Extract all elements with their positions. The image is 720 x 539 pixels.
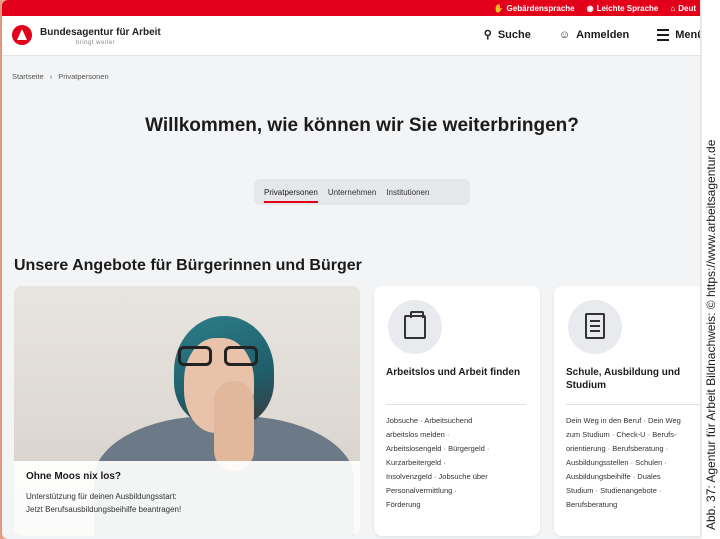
section-title: Unsere Angebote für Bürgerinnen und Bürg… bbox=[14, 257, 362, 274]
user-icon: ☺ bbox=[558, 28, 571, 41]
easy-language-icon: ◉ bbox=[586, 3, 594, 13]
tab-unternehmen[interactable]: Unternehmen bbox=[328, 186, 376, 199]
tile-links: Jobsuche · Arbeitsuchend arbeitslos meld… bbox=[386, 414, 534, 512]
menu-label: Menü bbox=[675, 28, 700, 41]
sign-language-link[interactable]: ✋ Gebärdensprache bbox=[494, 4, 575, 13]
tab-institutionen[interactable]: Institutionen bbox=[386, 186, 429, 199]
login-label: Anmelden bbox=[576, 28, 630, 41]
browser-screen: ✋ Gebärdensprache ◉ Leichte Sprache ⌂ De… bbox=[2, 0, 700, 539]
hamburger-icon bbox=[657, 28, 670, 41]
tile-link[interactable]: Ausbildungsstellen · Schulen · bbox=[566, 456, 700, 470]
tile-title[interactable]: Schule, Ausbildung und Studium bbox=[566, 366, 700, 392]
promo-title: Ohne Moos nix los? bbox=[26, 471, 122, 482]
tile-link[interactable]: Jobsuche · Arbeitsuchend bbox=[386, 414, 534, 428]
tile-link[interactable]: Insolvenzgeld · Jobsuche über bbox=[386, 470, 534, 484]
tile-schule[interactable]: Schule, Ausbildung und Studium Dein Weg … bbox=[554, 286, 700, 536]
sign-language-label: Gebärdensprache bbox=[506, 3, 575, 13]
tile-link[interactable]: Ausbildungsbeihilfe · Duales bbox=[566, 470, 700, 484]
easy-language-label: Leichte Sprache bbox=[596, 3, 659, 13]
header-nav: ⚲ Suche ☺ Anmelden Menü bbox=[484, 28, 700, 41]
logo-text[interactable]: Bundesagentur für Arbeit bbox=[40, 27, 161, 38]
figure-frame: ✋ Gebärdensprache ◉ Leichte Sprache ⌂ De… bbox=[0, 0, 720, 539]
tile-link[interactable]: Personalvermittlung · bbox=[386, 484, 534, 498]
tile-link[interactable]: arbeitslos melden · bbox=[386, 428, 534, 442]
tile-link[interactable]: Studium · Studienangebote · bbox=[566, 484, 700, 498]
easy-language-link[interactable]: ◉ Leichte Sprache bbox=[587, 4, 659, 13]
tile-link[interactable]: orientierung · Berufsberatung · bbox=[566, 442, 700, 456]
audience-tabs: Privatpersonen Unternehmen Institutionen bbox=[254, 179, 470, 205]
promo-glasses bbox=[178, 346, 258, 368]
language-switch[interactable]: ⌂ Deut bbox=[670, 4, 696, 13]
breadcrumb-current: Privatpersonen bbox=[58, 72, 109, 81]
tile-divider bbox=[566, 404, 700, 405]
briefcase-icon bbox=[388, 300, 442, 354]
search-label: Suche bbox=[497, 28, 531, 41]
tile-link[interactable]: Berufsberatung bbox=[566, 498, 700, 512]
promo-line-1: Unterstützung für deinen Ausbildungsstar… bbox=[26, 492, 177, 501]
tile-title[interactable]: Arbeitslos und Arbeit finden bbox=[386, 366, 531, 379]
breadcrumb: Startseite › Privatpersonen bbox=[12, 72, 109, 81]
image-credit: Abb. 37: Agentur für Arbeit Bildnachweis… bbox=[702, 0, 720, 539]
promo-line-2[interactable]: Jetzt Berufsausbildungsbeihilfe beantrag… bbox=[26, 503, 348, 516]
promo-card[interactable]: Ohne Moos nix los? Unterstützung für dei… bbox=[14, 286, 360, 536]
promo-caption: Ohne Moos nix los? Unterstützung für dei… bbox=[14, 461, 360, 536]
breadcrumb-separator-icon: › bbox=[49, 72, 53, 81]
page-title: Willkommen, wie können wir Sie weiterbri… bbox=[145, 115, 579, 136]
tile-link[interactable]: Förderung bbox=[386, 498, 534, 512]
tile-link[interactable]: Arbeitslosengeld · Bürgergeld · bbox=[386, 442, 534, 456]
tile-links: Dein Weg in den Beruf · Dein Weg zum Stu… bbox=[566, 414, 700, 512]
language-label: Deut bbox=[678, 3, 696, 13]
site-header: Bundesagentur für Arbeit bringt weiter ⚲… bbox=[2, 16, 700, 56]
logo-subtitle: bringt weiter bbox=[76, 40, 116, 46]
accessibility-bar: ✋ Gebärdensprache ◉ Leichte Sprache ⌂ De… bbox=[2, 0, 700, 16]
menu-button[interactable]: Menü bbox=[657, 28, 700, 41]
search-button[interactable]: ⚲ Suche bbox=[483, 28, 531, 42]
breadcrumb-home[interactable]: Startseite bbox=[12, 72, 44, 81]
tile-link[interactable]: Dein Weg in den Beruf · Dein Weg bbox=[566, 414, 700, 428]
promo-text: Unterstützung für deinen Ausbildungsstar… bbox=[26, 490, 348, 516]
credit-text: Abb. 37: Agentur für Arbeit Bildnachweis… bbox=[704, 139, 718, 530]
tile-link[interactable]: Kurzarbeitergeld · bbox=[386, 456, 534, 470]
document-icon bbox=[568, 300, 622, 354]
search-icon: ⚲ bbox=[483, 29, 492, 41]
language-icon: ⌂ bbox=[670, 3, 676, 13]
login-button[interactable]: ☺ Anmelden bbox=[559, 29, 629, 41]
tile-divider bbox=[386, 404, 526, 405]
promo-person-arm bbox=[214, 381, 254, 471]
ba-logo-icon[interactable] bbox=[12, 25, 32, 45]
tile-link[interactable]: zum Studium · Check-U · Berufs- bbox=[566, 428, 700, 442]
tile-arbeitslos[interactable]: Arbeitslos und Arbeit finden Jobsuche · … bbox=[374, 286, 540, 536]
hand-icon: ✋ bbox=[493, 3, 504, 13]
tab-privatpersonen[interactable]: Privatpersonen bbox=[264, 186, 318, 203]
